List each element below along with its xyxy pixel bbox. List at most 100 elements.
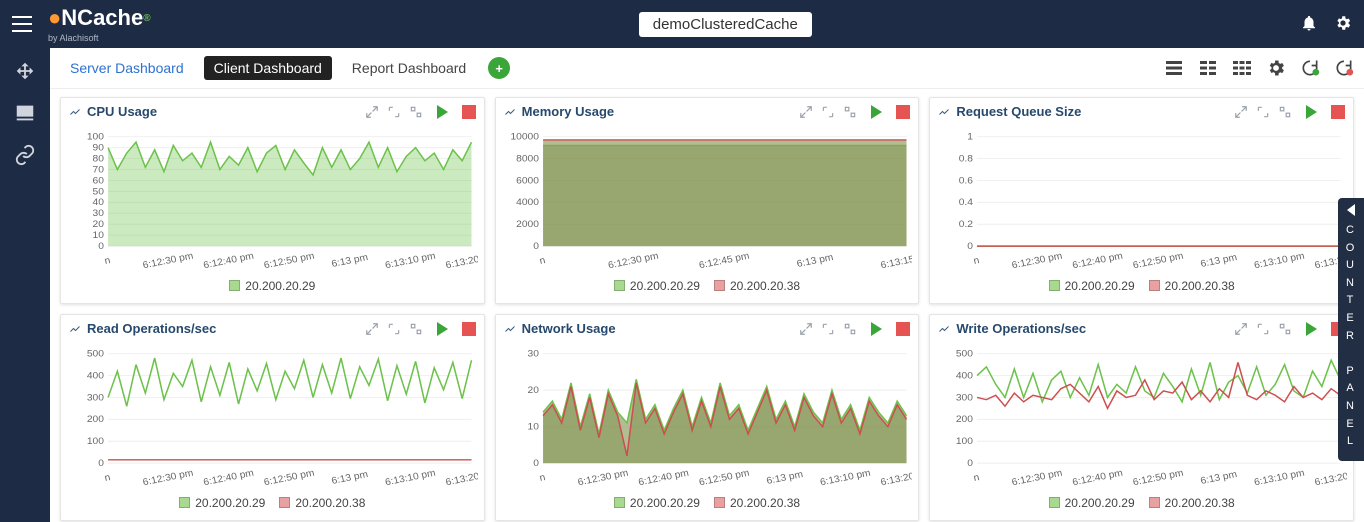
stop-button[interactable] <box>462 322 476 336</box>
add-dashboard-button[interactable]: + <box>488 57 510 79</box>
svg-text:1: 1 <box>968 132 974 143</box>
expand-icon[interactable] <box>1256 322 1270 336</box>
chart-card-read: Read Operations/sec 0100200300400500n6:1… <box>60 314 485 521</box>
svg-text:10: 10 <box>527 422 539 433</box>
svg-text:6:12:50 pm: 6:12:50 pm <box>263 468 316 488</box>
svg-text:200: 200 <box>87 414 105 425</box>
svg-text:30: 30 <box>93 208 105 219</box>
svg-text:6:13:20 pm: 6:13:20 pm <box>879 468 912 488</box>
chart-card-net: Network Usage 0102030n6:12:30 pm6:12:40 … <box>495 314 920 521</box>
svg-text:6:13:20 pm: 6:13:20 pm <box>1314 468 1347 488</box>
svg-text:10: 10 <box>93 230 105 241</box>
chart-body: 0102030405060708090100n6:12:30 pm6:12:40… <box>61 125 484 275</box>
expand-icon[interactable] <box>1256 105 1270 119</box>
svg-text:6:12:30 pm: 6:12:30 pm <box>1011 468 1064 488</box>
legend-server-a: 20.200.20.29 <box>1065 279 1135 293</box>
play-button[interactable] <box>437 105 448 119</box>
svg-text:6:12:45 pm: 6:12:45 pm <box>698 251 751 271</box>
chart-body: 0100200300400500n6:12:30 pm6:12:40 pm6:1… <box>930 342 1353 492</box>
chart-legend: 20.200.20.2920.200.20.38 <box>496 492 919 520</box>
chart-title: Write Operations/sec <box>956 321 1086 336</box>
svg-text:6:13:10 pm: 6:13:10 pm <box>1253 251 1306 271</box>
stop-button[interactable] <box>1331 105 1345 119</box>
svg-text:200: 200 <box>956 414 974 425</box>
svg-text:0.2: 0.2 <box>959 219 974 230</box>
detach-icon[interactable] <box>799 322 813 336</box>
detach-icon[interactable] <box>1234 322 1248 336</box>
svg-text:0.6: 0.6 <box>959 176 974 187</box>
chart-line-icon <box>504 323 516 335</box>
chart-line-icon <box>504 106 516 118</box>
legend-server-b: 20.200.20.38 <box>1165 279 1235 293</box>
svg-text:6:13:20 pm: 6:13:20 pm <box>445 251 478 271</box>
chevron-left-icon <box>1347 204 1355 216</box>
chart-title: Memory Usage <box>522 104 614 119</box>
detach-icon[interactable] <box>365 105 379 119</box>
expand-icon[interactable] <box>821 322 835 336</box>
expand-icon[interactable] <box>821 105 835 119</box>
chart-legend: 20.200.20.29 <box>61 275 484 303</box>
settings-icon[interactable] <box>843 322 857 336</box>
svg-text:6:13 pm: 6:13 pm <box>1200 469 1239 487</box>
settings-icon[interactable] <box>1278 105 1292 119</box>
svg-text:8000: 8000 <box>516 154 539 165</box>
svg-text:6:13 pm: 6:13 pm <box>795 252 834 270</box>
svg-text:6:12:50 pm: 6:12:50 pm <box>263 251 316 271</box>
settings-icon[interactable] <box>843 105 857 119</box>
monitor-icon[interactable] <box>14 102 36 124</box>
stop-button[interactable] <box>462 105 476 119</box>
counter-panel-toggle[interactable]: COUNTER PANEL <box>1338 198 1364 461</box>
svg-text:0: 0 <box>968 458 974 469</box>
layout-3col-icon[interactable] <box>1232 58 1252 78</box>
settings-icon[interactable] <box>1278 322 1292 336</box>
settings-gear-icon[interactable] <box>1334 14 1352 35</box>
play-button[interactable] <box>1306 105 1317 119</box>
svg-text:n: n <box>973 255 981 267</box>
refresh-green-icon[interactable] <box>1300 58 1320 78</box>
menu-toggle-icon[interactable] <box>12 16 32 32</box>
expand-icon[interactable] <box>387 105 401 119</box>
svg-text:6:13:15 pm: 6:13:15 pm <box>879 251 912 271</box>
gear-icon[interactable] <box>1266 58 1286 78</box>
stop-button[interactable] <box>896 322 910 336</box>
svg-text:6:12:40 pm: 6:12:40 pm <box>637 468 690 488</box>
sidebar <box>0 48 50 522</box>
detach-icon[interactable] <box>365 322 379 336</box>
topology-icon[interactable] <box>14 60 36 82</box>
tab-client-dashboard[interactable]: Client Dashboard <box>204 56 332 80</box>
notifications-icon[interactable] <box>1300 14 1318 35</box>
tab-report-dashboard[interactable]: Report Dashboard <box>342 56 476 80</box>
chart-legend: 20.200.20.2920.200.20.38 <box>61 492 484 520</box>
expand-icon[interactable] <box>387 322 401 336</box>
layout-1col-icon[interactable] <box>1164 58 1184 78</box>
main-content: Server Dashboard Client Dashboard Report… <box>50 48 1364 522</box>
stop-button[interactable] <box>896 105 910 119</box>
chart-card-cpu: CPU Usage 0102030405060708090100n6:12:30… <box>60 97 485 304</box>
svg-text:6:12:40 pm: 6:12:40 pm <box>1072 251 1125 271</box>
svg-text:6:13:20 pm: 6:13:20 pm <box>445 468 478 488</box>
svg-text:n: n <box>538 255 546 267</box>
detach-icon[interactable] <box>1234 105 1248 119</box>
play-button[interactable] <box>1306 322 1317 336</box>
svg-text:6:13:10 pm: 6:13:10 pm <box>384 251 437 271</box>
legend-server-b: 20.200.20.38 <box>1165 496 1235 510</box>
chart-legend: 20.200.20.29 20.200.20.38 <box>930 275 1353 303</box>
layout-2col-icon[interactable] <box>1198 58 1218 78</box>
chart-title: Request Queue Size <box>956 104 1081 119</box>
play-button[interactable] <box>871 322 882 336</box>
legend-server-b: 20.200.20.38 <box>295 496 365 510</box>
link-icon[interactable] <box>14 144 36 166</box>
detach-icon[interactable] <box>799 105 813 119</box>
refresh-red-icon[interactable] <box>1334 58 1354 78</box>
brand-logo: ●NCache® by Alachisoft <box>48 5 151 43</box>
tab-server-dashboard[interactable]: Server Dashboard <box>60 56 194 80</box>
settings-icon[interactable] <box>409 105 423 119</box>
play-button[interactable] <box>871 105 882 119</box>
play-button[interactable] <box>437 322 448 336</box>
svg-text:6000: 6000 <box>516 176 539 187</box>
cache-title: demoClusteredCache <box>639 12 812 37</box>
settings-icon[interactable] <box>409 322 423 336</box>
svg-text:70: 70 <box>93 165 105 176</box>
dashboard-tabs: Server Dashboard Client Dashboard Report… <box>50 48 1364 89</box>
svg-text:40: 40 <box>93 197 105 208</box>
